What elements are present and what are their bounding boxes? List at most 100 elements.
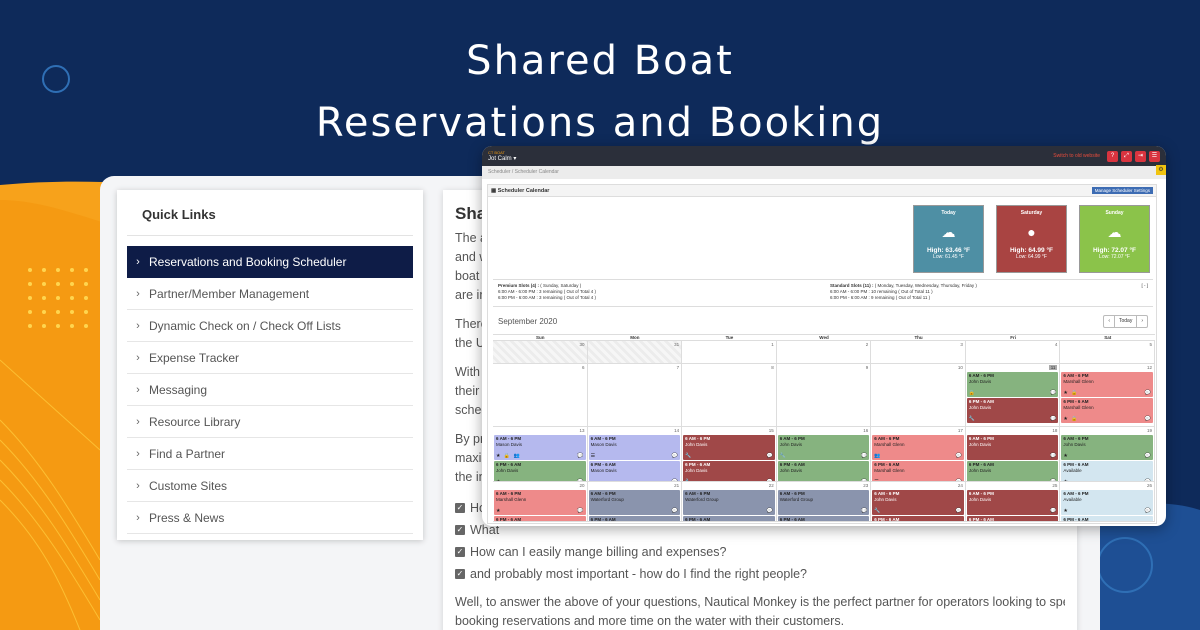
comment-icon[interactable]: 💬	[861, 453, 867, 460]
comment-icon[interactable]: 💬	[861, 508, 867, 515]
calendar-day-cell[interactable]: 21 6 AM - 6 PM Waterford Group 💬 6 PM - 6 AM…	[587, 482, 683, 522]
manage-scheduler-settings-button[interactable]: Manage Scheduler Settings	[1091, 187, 1153, 194]
reservation-block[interactable]: 6 AM - 6 PM John Davis 🔧 💬	[872, 490, 964, 515]
quick-link-item[interactable]: › Resource Library	[127, 406, 413, 438]
help-icon[interactable]: ?	[1107, 150, 1118, 162]
calendar-day-cell[interactable]: 1	[682, 341, 777, 364]
today-button[interactable]: Today	[1115, 316, 1138, 327]
gear-icon[interactable]: ⚙	[1156, 165, 1166, 175]
calendar-day-cell[interactable]: 3	[871, 341, 966, 364]
comment-icon[interactable]: 💬	[672, 453, 678, 460]
reservation-block[interactable]: 6 AM - 6 PM John Davis 🔧 💬	[683, 435, 775, 460]
reservation-block[interactable]: 6 AM - 6 PM Marshall Glenn 👥 💬	[872, 435, 964, 460]
calendar-day-cell[interactable]: 7	[587, 364, 683, 427]
calendar-day-cell[interactable]: 8	[682, 364, 777, 427]
comment-icon[interactable]: 💬	[766, 453, 772, 460]
calendar-day-cell[interactable]: 246 AM - 6 PMJohn Davis🔧💬6 PM - 6 AM💬	[871, 482, 966, 522]
comment-icon[interactable]: 💬	[1145, 416, 1151, 423]
calendar-day-cell[interactable]: 19 6 AM - 6 PM John Davis ★ 💬 6 PM - 6 AM Avai…	[1060, 427, 1155, 482]
reservation-block[interactable]: 6 AM - 6 PM Mason Davis ☰ 💬	[588, 435, 681, 460]
calendar-day-cell[interactable]: 18 6 AM - 6 PM John Davis 💬 6 PM - 6 AM John …	[965, 427, 1061, 482]
comment-icon[interactable]: 💬	[1050, 416, 1056, 423]
calendar-day-cell[interactable]: 16 6 AM - 6 PM John Davis 🔧 💬 6 PM - 6 AM John…	[776, 427, 872, 482]
reservation-block[interactable]: 6 PM - 6 AM Available ★ 💬	[1061, 461, 1153, 481]
reservation-block[interactable]: 6 PM - 6 AM💬	[683, 516, 775, 521]
calendar-day-cell[interactable]: 6	[493, 364, 588, 427]
reservation-block[interactable]: 6 AM - 6 PM Waterford Group 💬	[588, 490, 681, 515]
prev-month-button[interactable]: ‹	[1104, 316, 1115, 327]
quick-link-item[interactable]: › Press & News	[127, 502, 413, 534]
reservation-block[interactable]: 6 PM - 6 AM Mason Davis 💬	[588, 461, 681, 481]
comment-icon[interactable]: 💬	[1050, 390, 1056, 397]
calendar-day-cell[interactable]: 31	[587, 341, 683, 364]
calendar-day-cell[interactable]: 266 AM - 6 PMAvailable★💬6 PM - 6 AM💬	[1060, 482, 1155, 522]
reservation-block[interactable]: 6 PM - 6 AM John Davis 💬	[966, 461, 1059, 481]
quick-link-item[interactable]: › Find a Partner	[127, 438, 413, 470]
comment-icon[interactable]: 💬	[577, 508, 583, 515]
switch-old-website-link[interactable]: Switch to old website	[1053, 153, 1100, 159]
reservation-block[interactable]: 6 AM - 6 PM Marshall Glenn ★ 💬	[494, 490, 586, 515]
reservation-block[interactable]: 6 AM - 6 PM John Davis 💬	[966, 490, 1059, 515]
reservation-block[interactable]: 6 PM - 6 AM💬	[1061, 516, 1153, 521]
calendar-day-cell[interactable]: 22 6 AM - 6 PM Waterford Group 💬 6 PM - 6 AM…	[682, 482, 777, 522]
reservation-block[interactable]: 6 AM - 6 PM Available ★ 💬	[1061, 490, 1153, 515]
reservation-block[interactable]: 6 AM - 6 PM Mason Davis ★ 🔒 👥 💬	[494, 435, 586, 460]
calendar-day-cell[interactable]: 5	[1060, 341, 1155, 364]
reservation-block[interactable]: 6 PM - 6 AM John Davis ★ 💬	[494, 461, 586, 481]
quick-link-item[interactable]: › Custome Sites	[127, 470, 413, 502]
collapse-toggle[interactable]: [ - ]	[1142, 283, 1149, 289]
reservation-block[interactable]: 6 AM - 6 PM Waterford Group 💬	[777, 490, 870, 515]
calendar-day-cell[interactable]: 11 6 AM - 6 PM John Davis 🔒 💬 6 PM - 6 AM John…	[965, 364, 1061, 427]
calendar-day-cell[interactable]: 20 6 AM - 6 PM Marshall Glenn ★ 💬 6 PM - 6 AM…	[493, 482, 588, 522]
logout-icon[interactable]: ⇥	[1135, 150, 1146, 162]
comment-icon[interactable]: 💬	[1145, 390, 1151, 397]
calendar-day-cell[interactable]: 256 AM - 6 PMJohn Davis💬6 PM - 6 AM💬	[965, 482, 1061, 522]
reservation-block[interactable]: 6 PM - 6 AM💬	[588, 516, 681, 521]
quick-link-item[interactable]: › Messaging	[127, 374, 413, 406]
comment-icon[interactable]: 💬	[1050, 453, 1056, 460]
comment-icon[interactable]: 💬	[956, 508, 962, 515]
reservation-block[interactable]: 6 PM - 6 AM Marshall Glenn ★ 🔒 💬	[1061, 398, 1153, 423]
calendar-day-cell[interactable]: 14 6 AM - 6 PM Mason Davis ☰ 💬 6 PM - 6 AM Mas…	[587, 427, 683, 482]
reservation-block[interactable]: 6 PM - 6 AM John Davis 💬	[777, 461, 870, 481]
app-brand[interactable]: CT BOAT Jot Calm ▾	[488, 149, 516, 163]
reservation-block[interactable]: 6 AM - 6 PM Waterford Group 💬	[683, 490, 775, 515]
calendar-day-cell[interactable]: 12 6 AM - 6 PM Marshall Glenn ★ 🔒 💬 6 PM - 6 …	[1060, 364, 1155, 427]
comment-icon[interactable]: 💬	[956, 453, 962, 460]
calendar-day-cell[interactable]: 9	[776, 364, 872, 427]
calendar-day-cell[interactable]: 17 6 AM - 6 PM Marshall Glenn 👥 💬 6 PM - 6 AM…	[871, 427, 966, 482]
quick-link-item[interactable]: › Partner/Member Management	[127, 278, 413, 310]
next-month-button[interactable]: ›	[1137, 316, 1147, 327]
comment-icon[interactable]: 💬	[1050, 508, 1056, 515]
calendar-day-cell[interactable]: 10	[871, 364, 966, 427]
reservation-block[interactable]: 6 PM - 6 AM💬	[872, 516, 964, 521]
menu-icon[interactable]: ☰	[1149, 150, 1160, 162]
calendar-day-cell[interactable]: 13 6 AM - 6 PM Mason Davis ★ 🔒 👥 💬 6 PM - 6 A…	[493, 427, 588, 482]
expand-icon[interactable]: ⤢	[1121, 150, 1132, 162]
quick-link-item[interactable]: › Dynamic Check on / Check Off Lists	[127, 310, 413, 342]
calendar-day-cell[interactable]: 15 6 AM - 6 PM John Davis 🔧 💬 6 PM - 6 AM John…	[682, 427, 777, 482]
reservation-block[interactable]: 6 AM - 6 PM John Davis 🔒 💬	[966, 372, 1059, 397]
reservation-block[interactable]: 6 PM - 6 AM John Davis 🔧 💬	[683, 461, 775, 481]
comment-icon[interactable]: 💬	[1145, 508, 1151, 515]
reservation-block[interactable]: 6 PM - 6 AM John Davis 🔧 💬	[966, 398, 1059, 423]
reservation-block[interactable]: 6 AM - 6 PM John Davis 🔧 💬	[777, 435, 870, 460]
calendar-day-cell[interactable]: 2	[776, 341, 872, 364]
reservation-block[interactable]: 6 PM - 6 AM Marshall Glenn ☰ 💬	[872, 461, 964, 481]
breadcrumb-text[interactable]: Scheduler / Scheduler Calendar	[488, 169, 559, 175]
comment-icon[interactable]: 💬	[1145, 453, 1151, 460]
reservation-block[interactable]: 6 PM - 6 AM💬	[494, 516, 586, 521]
calendar-day-cell[interactable]: 4	[965, 341, 1061, 364]
calendar-day-cell[interactable]: 23 6 AM - 6 PM Waterford Group 💬 6 PM - 6 AM…	[776, 482, 872, 522]
reservation-block[interactable]: 6 PM - 6 AM💬	[777, 516, 870, 521]
reservation-block[interactable]: 6 AM - 6 PM John Davis ★ 💬	[1061, 435, 1153, 460]
reservation-block[interactable]: 6 AM - 6 PM John Davis 💬	[966, 435, 1059, 460]
quick-link-item[interactable]: › Reservations and Booking Scheduler	[127, 246, 413, 278]
comment-icon[interactable]: 💬	[766, 508, 772, 515]
reservation-block[interactable]: 6 AM - 6 PM Marshall Glenn ★ 🔒 💬	[1061, 372, 1153, 397]
comment-icon[interactable]: 💬	[672, 508, 678, 515]
quick-link-item[interactable]: › Expense Tracker	[127, 342, 413, 374]
calendar-day-cell[interactable]: 30	[493, 341, 588, 364]
comment-icon[interactable]: 💬	[577, 453, 583, 460]
reservation-block[interactable]: 6 PM - 6 AM💬	[966, 516, 1059, 521]
